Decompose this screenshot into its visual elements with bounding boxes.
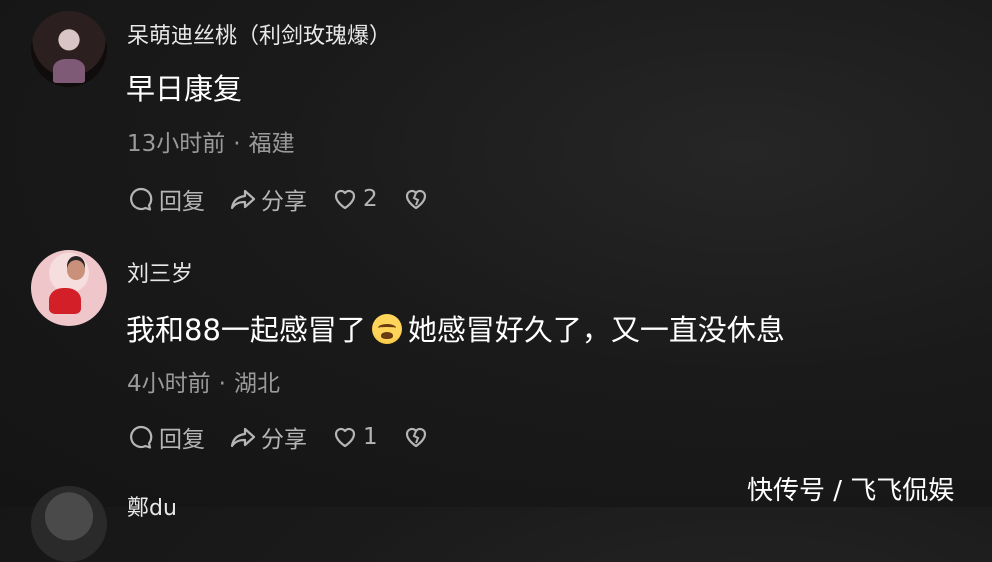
comment-meta: 13小时前 · 福建 — [127, 124, 295, 158]
avatar[interactable] — [31, 250, 107, 326]
reply-button[interactable]: 回复 — [127, 420, 205, 454]
share-label: 分享 — [261, 189, 307, 215]
comment-time: 4小时前 — [127, 371, 211, 397]
broken-heart-icon — [405, 427, 426, 448]
comment-text: 早日康复 — [126, 72, 243, 106]
dislike-button[interactable] — [402, 185, 434, 213]
share-label: 分享 — [261, 427, 307, 453]
comment-text-part: 我和88一起感冒了 — [126, 313, 366, 347]
comment-username[interactable]: 鄭du — [127, 490, 177, 522]
comment-username[interactable]: 刘三岁 — [127, 256, 193, 288]
comment-text: 我和88一起感冒了 她感冒好久了，又一直没休息 — [126, 307, 785, 349]
like-count: 1 — [363, 424, 378, 450]
dislike-button[interactable] — [402, 423, 434, 451]
heart-icon — [334, 427, 356, 448]
comment-actions: 回复 分享 1 — [127, 420, 458, 454]
comment-location: 湖北 — [233, 371, 280, 397]
reply-label: 回复 — [159, 427, 205, 453]
comment-meta: 4小时前 · 湖北 — [127, 364, 280, 398]
like-count: 2 — [363, 186, 378, 212]
share-arrow-icon — [230, 427, 256, 448]
share-button[interactable]: 分享 — [229, 420, 307, 454]
meta-separator: · — [233, 131, 241, 157]
share-button[interactable]: 分享 — [229, 182, 307, 216]
like-button[interactable]: 1 — [331, 423, 378, 451]
reply-label: 回复 — [159, 189, 205, 215]
avatar[interactable] — [31, 11, 107, 87]
reply-button[interactable]: 回复 — [127, 182, 205, 216]
meta-separator: · — [218, 371, 226, 397]
avatar[interactable] — [31, 486, 107, 562]
comment-username[interactable]: 呆萌迪丝桃（利剑玫瑰爆） — [127, 18, 391, 50]
heart-icon — [334, 189, 356, 210]
watermark: 快传号 / 飞飞侃娱 — [747, 476, 955, 506]
broken-heart-icon — [405, 189, 426, 210]
like-button[interactable]: 2 — [331, 185, 378, 213]
comment-actions: 回复 分享 2 — [127, 182, 458, 216]
comment-time: 13小时前 — [127, 131, 226, 157]
reply-bubble-icon — [130, 187, 153, 211]
reply-bubble-icon — [130, 425, 153, 449]
share-arrow-icon — [230, 189, 256, 210]
comment-text-part: 她感冒好久了，又一直没休息 — [407, 313, 785, 347]
crying-face-icon — [371, 314, 402, 344]
comment-location: 福建 — [248, 131, 295, 157]
